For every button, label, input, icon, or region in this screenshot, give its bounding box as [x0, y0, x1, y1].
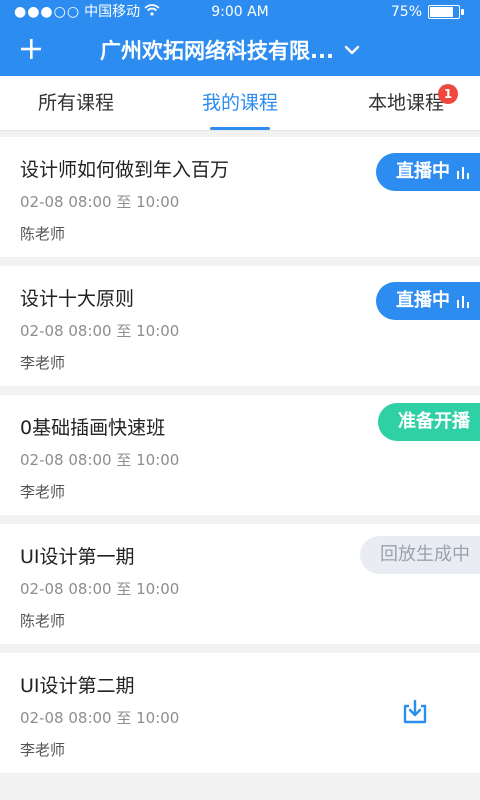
ready-status-button[interactable]: 准备开播	[378, 403, 480, 441]
live-bars-icon	[457, 167, 469, 179]
status-label: 回放生成中	[380, 544, 470, 565]
download-icon	[403, 699, 427, 724]
course-card[interactable]: 0基础插画快速班 02-08 08:00 至 10:00 李老师 准备开播	[0, 395, 480, 515]
company-name: 广州欢拓网络科技有限...	[100, 39, 334, 63]
live-status-button[interactable]: 直播中	[376, 282, 480, 320]
course-time: 02-08 08:00 至 10:00	[20, 709, 180, 727]
course-card[interactable]: UI设计第二期 02-08 08:00 至 10:00 李老师	[0, 653, 480, 773]
chevron-down-icon	[344, 45, 360, 55]
course-teacher: 陈老师	[20, 612, 66, 630]
status-bar: ●●●○○ 中国移动 9:00 AM 75%	[0, 0, 480, 24]
replay-generating-button[interactable]: 回放生成中	[360, 536, 480, 574]
course-teacher: 李老师	[20, 354, 66, 372]
course-card[interactable]: 设计师如何做到年入百万 02-08 08:00 至 10:00 陈老师 直播中	[0, 137, 480, 257]
nav-bar: 广州欢拓网络科技有限...	[0, 24, 480, 76]
course-title: UI设计第一期	[20, 546, 135, 568]
live-bars-icon	[457, 296, 469, 308]
status-label: 直播中	[396, 290, 450, 311]
course-teacher: 李老师	[20, 741, 66, 759]
add-button[interactable]	[16, 34, 46, 64]
battery-percentage: 75%	[390, 4, 422, 20]
tab-label: 本地课程	[368, 92, 445, 114]
status-label: 准备开播	[398, 411, 470, 432]
plus-icon	[21, 39, 41, 59]
course-time: 02-08 08:00 至 10:00	[20, 580, 180, 598]
course-card[interactable]: UI设计第一期 02-08 08:00 至 10:00 陈老师 回放生成中	[0, 524, 480, 644]
course-title: 设计师如何做到年入百万	[20, 159, 230, 181]
download-button[interactable]	[400, 697, 430, 727]
notification-badge: 1	[438, 84, 459, 104]
tab-label: 我的课程	[202, 92, 279, 114]
course-card[interactable]: 设计十大原则 02-08 08:00 至 10:00 李老师 直播中	[0, 266, 480, 386]
status-right: 75%	[390, 0, 464, 24]
app-header: ●●●○○ 中国移动 9:00 AM 75% 广州欢拓网络科技有限...	[0, 0, 480, 76]
tab-label: 所有课程	[38, 92, 115, 114]
tab-local-courses[interactable]: 本地课程 1	[368, 76, 459, 130]
tab-all-courses[interactable]: 所有课程	[38, 76, 114, 130]
course-title: 设计十大原则	[20, 288, 135, 310]
course-teacher: 李老师	[20, 483, 66, 501]
active-tab-indicator	[210, 127, 270, 130]
live-status-button[interactable]: 直播中	[376, 153, 480, 191]
course-tabs: 所有课程 我的课程 本地课程 1	[0, 76, 480, 131]
course-time: 02-08 08:00 至 10:00	[20, 322, 180, 340]
tab-my-courses[interactable]: 我的课程	[202, 76, 278, 130]
battery-icon	[428, 5, 464, 19]
course-time: 02-08 08:00 至 10:00	[20, 451, 180, 469]
course-title: 0基础插画快速班	[20, 417, 166, 439]
course-time: 02-08 08:00 至 10:00	[20, 193, 180, 211]
status-label: 直播中	[396, 161, 450, 182]
company-selector[interactable]: 广州欢拓网络科技有限...	[100, 24, 360, 76]
course-teacher: 陈老师	[20, 225, 66, 243]
course-title: UI设计第二期	[20, 675, 135, 697]
